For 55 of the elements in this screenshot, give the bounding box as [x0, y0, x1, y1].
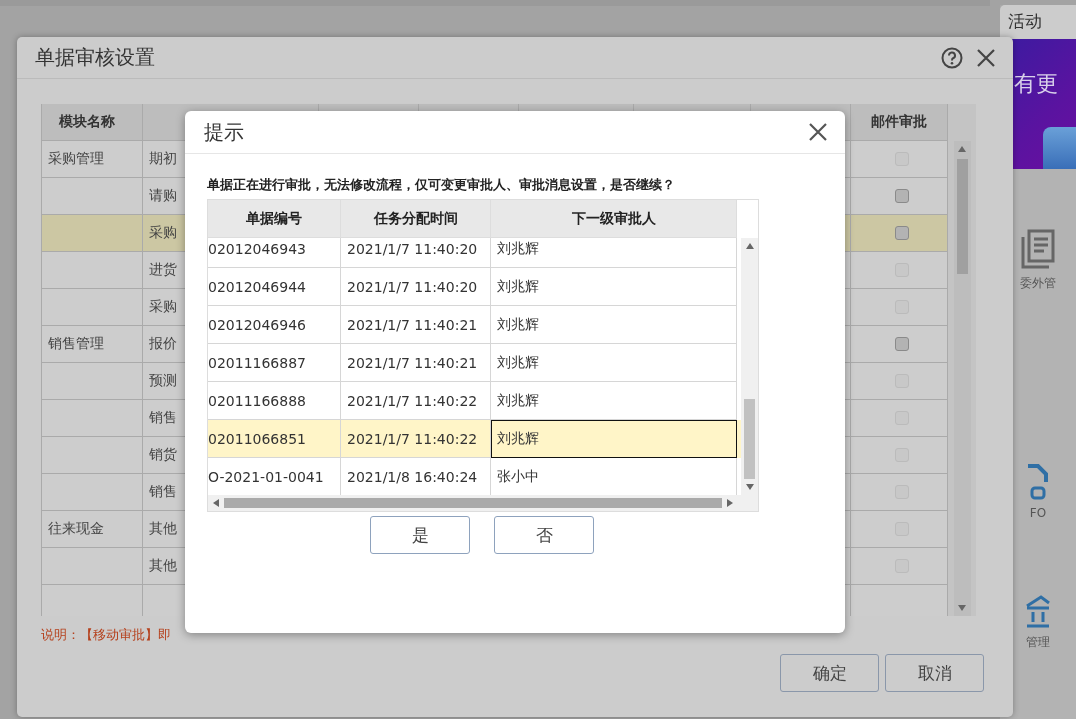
dialog-title: 提示 [204, 118, 245, 146]
checkbox[interactable] [895, 337, 909, 351]
table-cell: 其他 [149, 557, 177, 575]
column-header: 单据编号 [208, 200, 341, 238]
table-cell: 销售 [149, 409, 177, 427]
close-icon[interactable] [977, 48, 995, 67]
column-header: 邮件审批 [871, 113, 927, 131]
checkbox[interactable] [895, 189, 909, 203]
table-cell: 刘兆辉 [491, 382, 737, 420]
panel-title: 活动 [1008, 10, 1042, 34]
message-text: 单据正在进行审批，无法修改流程，仅可变更审批人、审批消息设置，是否继续？ [207, 176, 676, 194]
table-cell: 往来现金 [48, 520, 104, 538]
dialog-button[interactable]: 否 [494, 516, 594, 554]
checkbox[interactable] [895, 226, 909, 240]
scroll-arrow-icon[interactable] [745, 242, 754, 250]
scroll-arrow-icon[interactable] [212, 499, 220, 507]
scrollbar[interactable] [208, 495, 758, 511]
table-cell: 刘兆辉 [491, 420, 737, 458]
table-row[interactable]: 02011066851 2021/1/7 11:40:22 刘兆辉 [208, 420, 741, 458]
scroll-thumb[interactable] [956, 159, 968, 274]
tile-label[interactable]: 管理 [1026, 634, 1050, 651]
scroll-arrow-icon[interactable] [726, 499, 734, 507]
scroll-arrow-icon[interactable] [958, 604, 966, 612]
dialog-button[interactable]: 确定 [780, 654, 879, 692]
scroll-arrow-icon[interactable] [958, 145, 966, 153]
table-cell: 进货 [149, 261, 177, 279]
dialog-title: 单据审核设置 [35, 44, 156, 71]
column-header: 下一级审批人 [491, 200, 737, 238]
dialog-button[interactable]: 取消 [885, 654, 984, 692]
note-text: 说明：【移动审批】即 [41, 626, 172, 644]
close-icon[interactable] [809, 123, 827, 141]
scroll-arrow-icon[interactable] [745, 483, 754, 491]
column-header: 模块名称 [59, 113, 115, 131]
table-cell: 报价 [149, 335, 177, 353]
table-cell: 请购 [149, 187, 177, 205]
column-header: 任务分配时间 [341, 200, 491, 238]
scrollbar[interactable] [741, 238, 758, 495]
document-stack-icon [1021, 229, 1055, 269]
table-cell: 其他 [149, 520, 177, 538]
bank-icon [1025, 594, 1051, 628]
table-cell: 采购 [149, 298, 177, 316]
table-cell: 期初 [149, 150, 177, 168]
scroll-thumb[interactable] [744, 399, 755, 479]
dialog-button[interactable]: 是 [370, 516, 470, 554]
scrollbar[interactable] [953, 141, 971, 616]
tile-label[interactable]: FO [1029, 506, 1047, 520]
table-cell: 销售管理 [48, 335, 104, 353]
tile-label[interactable]: 委外管 [1020, 275, 1056, 292]
table-cell: 采购 [149, 224, 177, 242]
table-cell: 采购管理 [48, 150, 104, 168]
help-icon[interactable] [941, 46, 963, 69]
table-cell: 销货 [149, 446, 177, 464]
file-icon [1028, 464, 1048, 500]
table-cell: 预测 [149, 372, 177, 390]
table-cell: 销售 [149, 483, 177, 501]
